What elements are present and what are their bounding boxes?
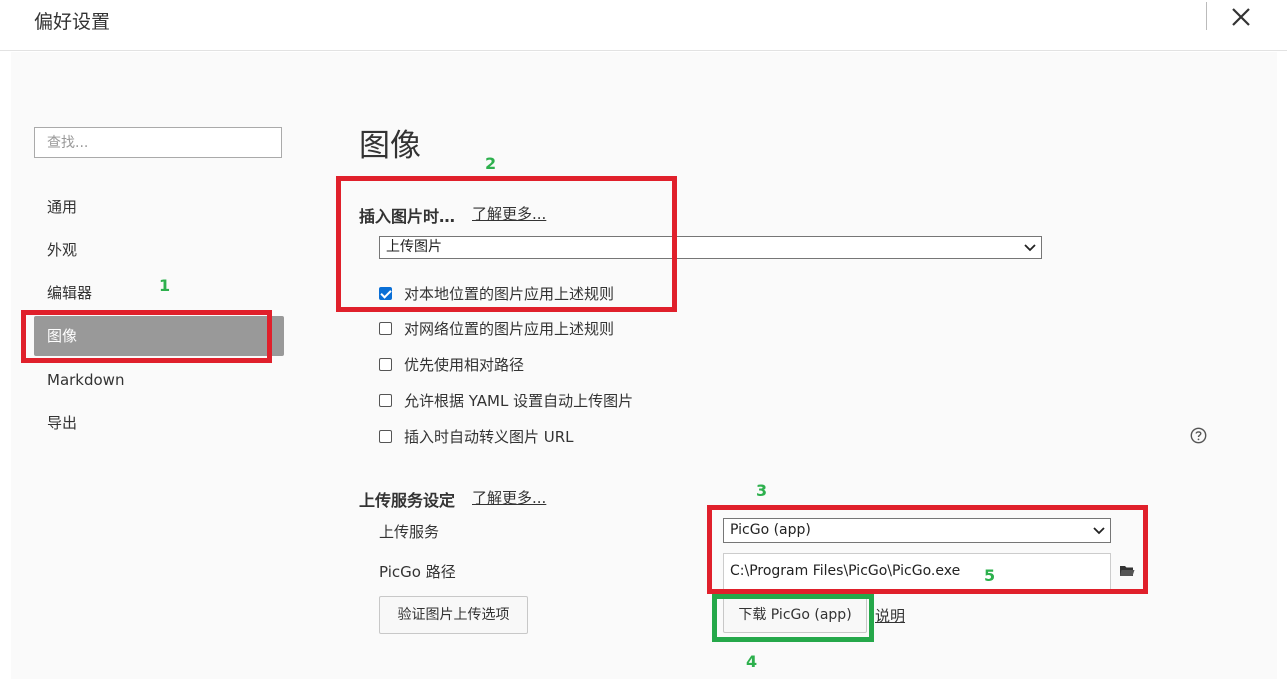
option-label: 插入时自动转义图片 URL	[404, 427, 574, 446]
checkbox-local-images[interactable]	[379, 286, 392, 300]
sidebar-item-export[interactable]: 导出	[34, 403, 284, 443]
search-input[interactable]	[34, 127, 282, 158]
chevron-down-icon	[1093, 526, 1105, 534]
titlebar-divider	[1206, 2, 1207, 30]
close-button[interactable]	[1224, 0, 1258, 34]
sidebar-item-image[interactable]: 图像	[34, 316, 284, 356]
upload-service-label: 上传服务	[379, 523, 440, 541]
option-label: 允许根据 YAML 设置自动上传图片	[404, 391, 634, 410]
download-picgo-button[interactable]: 下载 PicGo (app)	[723, 597, 867, 633]
sidebar-item-general[interactable]: 通用	[34, 187, 284, 227]
annotation-number-5: 5	[984, 566, 996, 585]
sidebar-item-markdown[interactable]: Markdown	[34, 360, 284, 400]
upload-service-select[interactable]: PicGo (app)	[723, 518, 1111, 543]
annotation-number-3: 3	[756, 481, 768, 500]
upload-learn-more-link[interactable]: 了解更多...	[472, 487, 546, 508]
explain-link[interactable]: 说明	[875, 605, 905, 626]
upload-service-value: PicGo (app)	[730, 522, 811, 538]
checkbox-relative-path[interactable]	[379, 357, 392, 371]
option-label: 优先使用相对路径	[404, 355, 525, 374]
picgo-path-label: PicGo 路径	[379, 563, 456, 581]
insert-action-select[interactable]: 上传图片	[379, 236, 1042, 259]
browse-folder-button[interactable]	[1111, 553, 1144, 590]
insert-section-title: 插入图片时…	[359, 207, 456, 226]
picgo-path-input[interactable]: C:\Program Files\PicGo\PicGo.exe	[723, 553, 1111, 590]
option-label: 对本地位置的图片应用上述规则	[404, 284, 615, 303]
upload-section-title: 上传服务设定	[359, 491, 456, 510]
title-bar: 偏好设置	[0, 0, 1287, 51]
checkbox-yaml-upload[interactable]	[379, 393, 392, 407]
annotation-number-1: 1	[159, 276, 171, 295]
option-label: 对网络位置的图片应用上述规则	[404, 319, 615, 338]
verify-upload-button[interactable]: 验证图片上传选项	[379, 596, 528, 634]
option-escape-url[interactable]: 插入时自动转义图片 URL	[379, 425, 574, 447]
annotation-number-4: 4	[746, 652, 758, 671]
annotation-number-2: 2	[485, 154, 497, 173]
sidebar-item-appearance[interactable]: 外观	[34, 230, 284, 270]
close-icon	[1232, 8, 1250, 26]
option-relative-path[interactable]: 优先使用相对路径	[379, 353, 524, 375]
help-icon[interactable]	[1190, 427, 1207, 444]
insert-action-value: 上传图片	[386, 239, 442, 255]
option-local-images[interactable]: 对本地位置的图片应用上述规则	[379, 282, 614, 304]
chevron-down-icon	[1024, 243, 1036, 251]
checkbox-network-images[interactable]	[379, 321, 392, 335]
page-title: 图像	[359, 128, 421, 164]
window-title: 偏好设置	[34, 11, 111, 33]
insert-learn-more-link[interactable]: 了解更多...	[472, 203, 546, 224]
option-yaml-upload[interactable]: 允许根据 YAML 设置自动上传图片	[379, 389, 633, 411]
option-network-images[interactable]: 对网络位置的图片应用上述规则	[379, 317, 614, 339]
checkbox-escape-url[interactable]	[379, 429, 392, 443]
folder-icon	[1120, 566, 1135, 576]
